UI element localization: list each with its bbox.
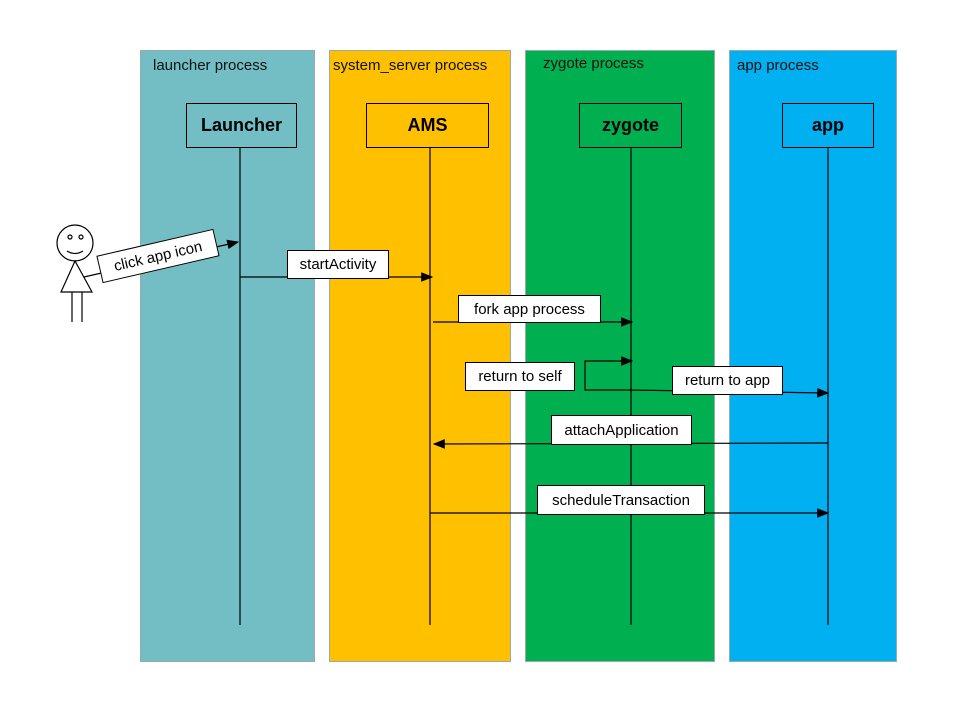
- participant-ams: AMS: [366, 103, 489, 148]
- label-attach-application: attachApplication: [551, 415, 692, 445]
- participant-app: app: [782, 103, 874, 148]
- stick-figure-user-icon: [56, 224, 94, 322]
- label-fork-app-process: fork app process: [458, 295, 601, 323]
- participant-zygote: zygote: [579, 103, 682, 148]
- arrow-return-to-self: [584, 356, 634, 391]
- label-return-to-app: return to app: [672, 366, 783, 395]
- participant-launcher: Launcher: [186, 103, 297, 148]
- label-return-to-self: return to self: [465, 362, 575, 391]
- label-start-activity: startActivity: [287, 250, 389, 279]
- label-schedule-transaction: scheduleTransaction: [537, 485, 705, 515]
